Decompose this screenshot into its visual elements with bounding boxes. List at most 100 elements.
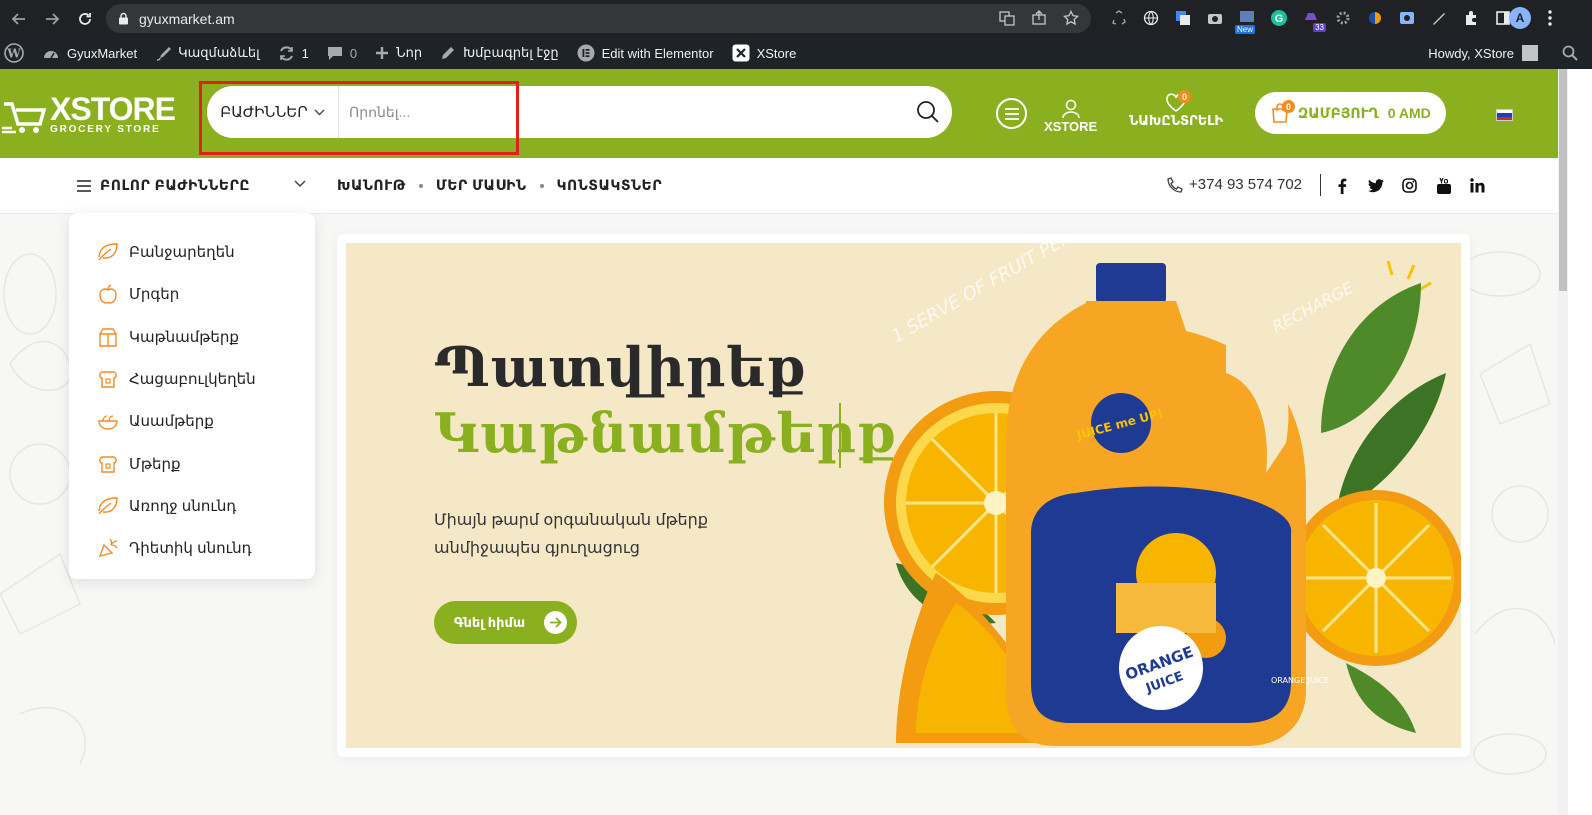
wp-xstore[interactable]: XStore	[723, 37, 806, 69]
scrollbar-thumb[interactable]	[1559, 69, 1567, 291]
category-item-vegetables[interactable]: Բանջարեղեն	[69, 231, 315, 273]
bread-icon	[99, 455, 117, 473]
orange-extension-icon[interactable]	[1364, 7, 1386, 29]
wp-howdy-account[interactable]: Howdy, XStore	[1428, 37, 1538, 69]
phone-link[interactable]: +374 93 574 702	[1167, 176, 1302, 193]
hat-extension-icon[interactable]: 33	[1300, 7, 1326, 32]
arrow-right-icon	[544, 611, 567, 634]
wishlist-link[interactable]: 0 ՆԱԽԸՆՏՐԵԼԻ	[1129, 90, 1224, 129]
cart-label: ԶԱՄԲՅՈՒՂ	[1298, 104, 1379, 121]
wp-admin-bar: W GyuxMarket Կազմաձևել 1 0 Նոր Խմբագրել …	[0, 37, 1592, 69]
category-item-healthy-food[interactable]: Առողջ սնունդ	[69, 485, 315, 527]
wordpress-icon: W	[4, 43, 24, 63]
category-item-bakery[interactable]: Հացաբուլկեղեն	[69, 358, 315, 400]
chevron-down-icon	[314, 109, 325, 115]
wordpress-logo-button[interactable]: W	[0, 37, 33, 69]
share-icon[interactable]	[1031, 10, 1047, 26]
new-extension-icon[interactable]: New	[1235, 7, 1258, 34]
arrow-right-icon	[46, 12, 60, 25]
menu-item-about[interactable]: ՄԵՐ ՄԱՍԻՆ	[436, 177, 527, 194]
pen-extension-icon[interactable]	[1428, 7, 1450, 29]
wp-new[interactable]: Նոր	[366, 37, 431, 69]
back-button[interactable]	[5, 5, 33, 33]
menu-item-shop[interactable]: ԽԱՆՈՒԹ	[337, 177, 406, 194]
category-item-dairy[interactable]: Կաթնամթերք	[69, 316, 315, 358]
translate-icon[interactable]	[999, 10, 1015, 26]
recycle-extension-icon[interactable]	[1108, 7, 1130, 29]
youtube-icon[interactable]	[1435, 177, 1452, 194]
hero-description: Միայն թարմ օրգանական մթերք անմիջապես գյո…	[434, 512, 708, 557]
updates-refresh-icon	[279, 45, 293, 61]
all-categories-toggle[interactable]: ԲՈԼՈՐ ԲԱԺԻՆՆԵՐԸ	[76, 177, 306, 194]
menu-item-contacts[interactable]: ԿՈՆՏԱԿՏՆԵՐ	[557, 177, 663, 194]
account-label: XSTORE	[1044, 119, 1098, 134]
orange-juice-illustration: 1 SERVE OF FRUIT PER 125ML RECHARGE ORAN…	[884, 243, 1461, 746]
arrow-left-icon	[11, 12, 25, 25]
mobile-menu-button[interactable]	[996, 98, 1027, 129]
linkedin-icon[interactable]	[1469, 177, 1486, 194]
juice-bottle: ORANGE JUICE JUICE me UP! ORANGE JUICE	[1006, 263, 1329, 746]
site-header: XSTORE GROCERY STORE ԲԱԺԻՆՆԵՐ XSTORE 0 Ն…	[0, 69, 1558, 158]
wp-customize[interactable]: Կազմաձևել	[146, 37, 269, 69]
svg-text:W: W	[6, 47, 21, 61]
address-bar[interactable]: gyuxmarket.am	[106, 4, 1091, 33]
camera-extension-icon[interactable]	[1204, 7, 1226, 29]
wp-user-avatar	[1522, 45, 1538, 61]
bread-icon	[99, 371, 117, 388]
chevron-down-icon	[294, 180, 306, 188]
text-cursor	[839, 403, 841, 468]
shop-now-label: Գնել հիմա	[454, 614, 526, 630]
all-categories-label: ԲՈԼՈՐ ԲԱԺԻՆՆԵՐԸ	[100, 177, 250, 193]
cart-button[interactable]: 0 ԶԱՄԲՅՈՒՂ 0 AMD	[1255, 92, 1446, 134]
grammarly-extension-icon[interactable]: G	[1268, 7, 1290, 29]
wp-updates[interactable]: 1	[269, 37, 318, 69]
wp-comments[interactable]: 0	[318, 37, 366, 69]
comment-bubble-icon	[327, 46, 342, 60]
reload-button[interactable]	[71, 5, 99, 33]
account-link[interactable]: XSTORE	[1044, 99, 1097, 134]
shop-now-button[interactable]: Գնել հիմա	[434, 601, 577, 644]
facebook-icon[interactable]	[1333, 177, 1350, 194]
user-icon	[1061, 99, 1080, 119]
search-category-select[interactable]: ԲԱԺԻՆՆԵՐ	[207, 86, 339, 138]
bookmark-star-icon[interactable]	[1063, 10, 1079, 26]
language-flag-ru[interactable]	[1496, 109, 1513, 121]
wp-edit-elementor[interactable]: Edit with Elementor	[568, 37, 723, 69]
category-item-grocery[interactable]: Ասամթերք	[69, 400, 315, 442]
google-translate-extension-icon[interactable]	[1172, 7, 1194, 29]
hamburger-icon	[77, 179, 91, 192]
globe-extension-icon[interactable]	[1140, 7, 1162, 29]
logo-title: XSTORE	[50, 90, 176, 127]
category-item-food[interactable]: Մթերք	[69, 442, 315, 484]
gear-extension-icon[interactable]	[1332, 7, 1354, 29]
search-form: ԲԱԺԻՆՆԵՐ	[207, 86, 952, 138]
cart-count: 0	[1282, 100, 1295, 113]
category-item-fruits[interactable]: Մրգեր	[69, 273, 315, 315]
svg-text:ORANGE JUICE: ORANGE JUICE	[1271, 676, 1329, 685]
url-text: gyuxmarket.am	[139, 10, 235, 27]
search-input[interactable]	[349, 92, 889, 132]
profile-avatar[interactable]: A	[1509, 7, 1531, 29]
site-logo[interactable]: XSTORE GROCERY STORE	[2, 90, 176, 136]
search-icon[interactable]	[1562, 45, 1578, 61]
leaf-icon	[98, 497, 118, 515]
hero-banner: Պատվիրեք Կաթնամթերք Միայն թարմ օրգանական…	[346, 243, 1461, 748]
screen-extension-icon[interactable]	[1396, 7, 1418, 29]
category-item-diet-food[interactable]: Դիետիկ սնունդ	[69, 527, 315, 569]
puzzle-extensions-icon[interactable]	[1460, 7, 1482, 29]
menu-separator	[418, 183, 423, 188]
svg-text:RECHARGE: RECHARGE	[1269, 278, 1357, 337]
instagram-icon[interactable]	[1401, 177, 1418, 194]
page-scrollbar[interactable]	[1558, 69, 1568, 815]
search-submit-icon[interactable]	[916, 100, 940, 124]
wishlist-label: ՆԱԽԸՆՏՐԵԼԻ	[1129, 113, 1224, 128]
cart-logo-icon	[2, 102, 46, 134]
forward-button[interactable]	[38, 5, 66, 33]
phone-icon	[1167, 176, 1183, 193]
menu-kebab-icon[interactable]	[1548, 9, 1552, 27]
sun-rays-decoration	[1386, 260, 1432, 292]
svg-text:G: G	[1275, 13, 1284, 25]
wp-site-name[interactable]: GyuxMarket	[33, 37, 146, 69]
wp-edit-page[interactable]: Խմբագրել էջը	[431, 37, 568, 69]
twitter-icon[interactable]	[1367, 177, 1384, 194]
